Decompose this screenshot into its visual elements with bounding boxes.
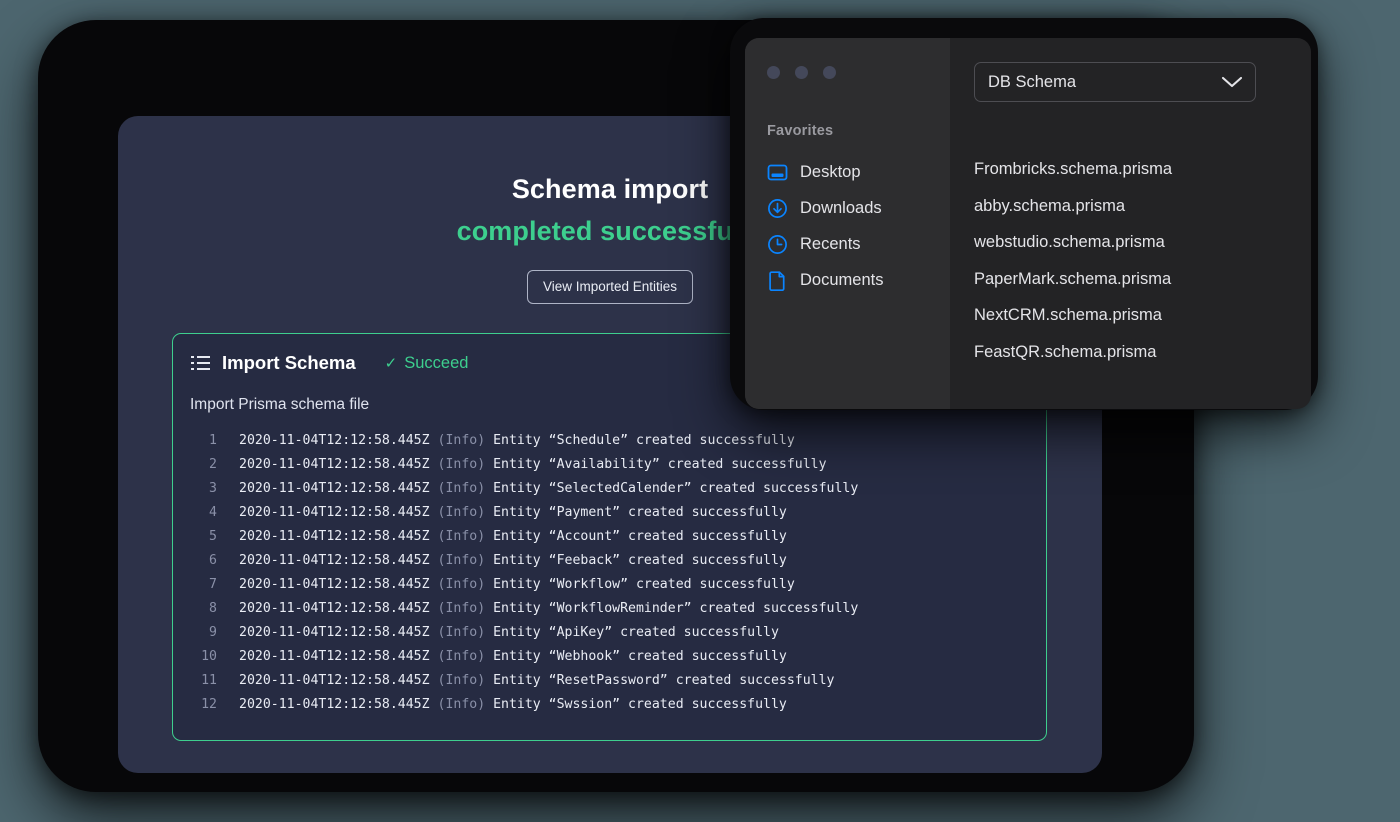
- log-line: 4 2020-11-04T12:12:58.445Z (Info) Entity …: [183, 501, 1046, 525]
- log-timestamp: 2020-11-04T12:12:58.445Z: [239, 697, 438, 712]
- file-list-item[interactable]: NextCRM.schema.prisma: [974, 297, 1289, 334]
- log-level: (Info): [437, 601, 494, 616]
- log-timestamp: 2020-11-04T12:12:58.445Z: [239, 601, 438, 616]
- favorites-list: Desktop Downloads Recents Documents: [767, 154, 950, 298]
- minimize-dot-icon[interactable]: [795, 66, 808, 79]
- log-timestamp: 2020-11-04T12:12:58.445Z: [239, 649, 438, 664]
- favorites-label: Favorites: [767, 123, 834, 139]
- log-timestamp: 2020-11-04T12:12:58.445Z: [239, 577, 438, 592]
- sidebar-item-documents[interactable]: Documents: [767, 262, 950, 298]
- sidebar-item-label: Desktop: [800, 162, 861, 181]
- log-line-number: 9: [209, 625, 217, 640]
- log-line-number: 3: [209, 481, 217, 496]
- sidebar-item-recents[interactable]: Recents: [767, 226, 950, 262]
- log-level: (Info): [437, 625, 494, 640]
- file-list-item[interactable]: abby.schema.prisma: [974, 188, 1289, 225]
- file-list: Frombricks.schema.prisma abby.schema.pris…: [974, 151, 1289, 370]
- log-message: Entity “ApiKey” created successfully: [493, 625, 779, 640]
- log-line-number: 1: [209, 433, 217, 448]
- log-line: 3 2020-11-04T12:12:58.445Z (Info) Entity …: [183, 477, 1046, 501]
- log-timestamp: 2020-11-04T12:12:58.445Z: [239, 457, 438, 472]
- log-message: Entity “Swssion” created successfully: [493, 697, 787, 712]
- chevron-down-icon: [1221, 76, 1243, 88]
- log-timestamp: 2020-11-04T12:12:58.445Z: [239, 481, 438, 496]
- log-timestamp: 2020-11-04T12:12:58.445Z: [239, 625, 438, 640]
- import-schema-title: Import Schema: [222, 352, 356, 373]
- log-line: 1 2020-11-04T12:12:58.445Z (Info) Entity …: [183, 429, 1046, 453]
- file-list-item[interactable]: PaperMark.schema.prisma: [974, 261, 1289, 298]
- log-line-number: 7: [209, 577, 217, 592]
- file-picker-window: Favorites Desktop Downloads Recents Documen…: [745, 38, 1311, 409]
- view-imported-entities-button[interactable]: View Imported Entities: [526, 270, 694, 304]
- sidebar-item-label: Recents: [800, 234, 861, 253]
- close-dot-icon[interactable]: [767, 66, 780, 79]
- log-timestamp: 2020-11-04T12:12:58.445Z: [239, 505, 438, 520]
- status-label: Succeed: [404, 353, 469, 372]
- log-line-number: 6: [209, 553, 217, 568]
- sidebar-item-label: Downloads: [800, 198, 882, 217]
- log-level: (Info): [437, 433, 494, 448]
- screenshot-stage: Schema import completed successfully Vie…: [0, 0, 1400, 822]
- log-line: 9 2020-11-04T12:12:58.445Z (Info) Entity …: [183, 621, 1046, 645]
- file-picker-main: DB Schema Frombricks.schema.prisma abby.s…: [950, 38, 1311, 409]
- check-icon: ✓: [384, 354, 398, 372]
- log-timestamp: 2020-11-04T12:12:58.445Z: [239, 529, 438, 544]
- log-line: 7 2020-11-04T12:12:58.445Z (Info) Entity …: [183, 573, 1046, 597]
- log-level: (Info): [437, 457, 494, 472]
- log-level: (Info): [437, 697, 494, 712]
- log-output: 1 2020-11-04T12:12:58.445Z (Info) Entity …: [173, 429, 1046, 717]
- log-level: (Info): [437, 553, 494, 568]
- log-level: (Info): [437, 649, 494, 664]
- status-badge: ✓ Succeed: [385, 354, 469, 373]
- window-controls[interactable]: [767, 66, 950, 79]
- monitor-icon: [767, 164, 788, 180]
- log-timestamp: 2020-11-04T12:12:58.445Z: [239, 553, 438, 568]
- log-line: 2 2020-11-04T12:12:58.445Z (Info) Entity …: [183, 453, 1046, 477]
- log-message: Entity “SelectedCalender” created succes…: [493, 481, 859, 496]
- log-message: Entity “Workflow” created successfully: [493, 577, 795, 592]
- file-list-item[interactable]: Frombricks.schema.prisma: [974, 151, 1289, 188]
- log-message: Entity “Webhook” created successfully: [493, 649, 787, 664]
- log-level: (Info): [437, 529, 494, 544]
- list-icon: [191, 355, 210, 371]
- log-line: 6 2020-11-04T12:12:58.445Z (Info) Entity …: [183, 549, 1046, 573]
- log-line-number: 12: [201, 697, 217, 712]
- file-list-item[interactable]: webstudio.schema.prisma: [974, 224, 1289, 261]
- log-message: Entity “Payment” created successfully: [493, 505, 787, 520]
- sidebar-item-desktop[interactable]: Desktop: [767, 154, 950, 190]
- download-circle-icon: [768, 198, 787, 218]
- sidebar-item-downloads[interactable]: Downloads: [767, 190, 950, 226]
- file-picker-sidebar: Favorites Desktop Downloads Recents Documen…: [745, 38, 950, 409]
- log-line: 8 2020-11-04T12:12:58.445Z (Info) Entity …: [183, 597, 1046, 621]
- sidebar-item-label: Documents: [800, 270, 884, 289]
- log-message: Entity “Availability” created successful…: [493, 457, 827, 472]
- log-line-number: 2: [209, 457, 217, 472]
- log-level: (Info): [437, 481, 494, 496]
- log-message: Entity “Account” created successfully: [493, 529, 787, 544]
- log-line: 12 2020-11-04T12:12:58.445Z (Info) Entity…: [183, 693, 1046, 717]
- log-line-number: 11: [201, 673, 217, 688]
- location-select-value: DB Schema: [988, 72, 1077, 91]
- log-line: 5 2020-11-04T12:12:58.445Z (Info) Entity …: [183, 525, 1046, 549]
- log-level: (Info): [437, 505, 494, 520]
- log-line-number: 10: [201, 649, 217, 664]
- log-line-number: 5: [209, 529, 217, 544]
- log-timestamp: 2020-11-04T12:12:58.445Z: [239, 433, 438, 448]
- log-message: Entity “ResetPassword” created successfu…: [493, 673, 835, 688]
- document-icon: [769, 270, 785, 291]
- log-level: (Info): [437, 577, 494, 592]
- zoom-dot-icon[interactable]: [823, 66, 836, 79]
- log-line: 11 2020-11-04T12:12:58.445Z (Info) Entity…: [183, 669, 1046, 693]
- log-level: (Info): [437, 673, 494, 688]
- log-message: Entity “Feeback” created successfully: [493, 553, 787, 568]
- log-message: Entity “WorkflowReminder” created succes…: [493, 601, 859, 616]
- clock-icon: [768, 234, 787, 254]
- log-line-number: 8: [209, 601, 217, 616]
- log-timestamp: 2020-11-04T12:12:58.445Z: [239, 673, 438, 688]
- log-message: Entity “Schedule” created successfully: [493, 433, 795, 448]
- location-select[interactable]: DB Schema: [974, 62, 1256, 102]
- file-list-item[interactable]: FeastQR.schema.prisma: [974, 334, 1289, 371]
- log-line-number: 4: [209, 505, 217, 520]
- log-line: 10 2020-11-04T12:12:58.445Z (Info) Entity…: [183, 645, 1046, 669]
